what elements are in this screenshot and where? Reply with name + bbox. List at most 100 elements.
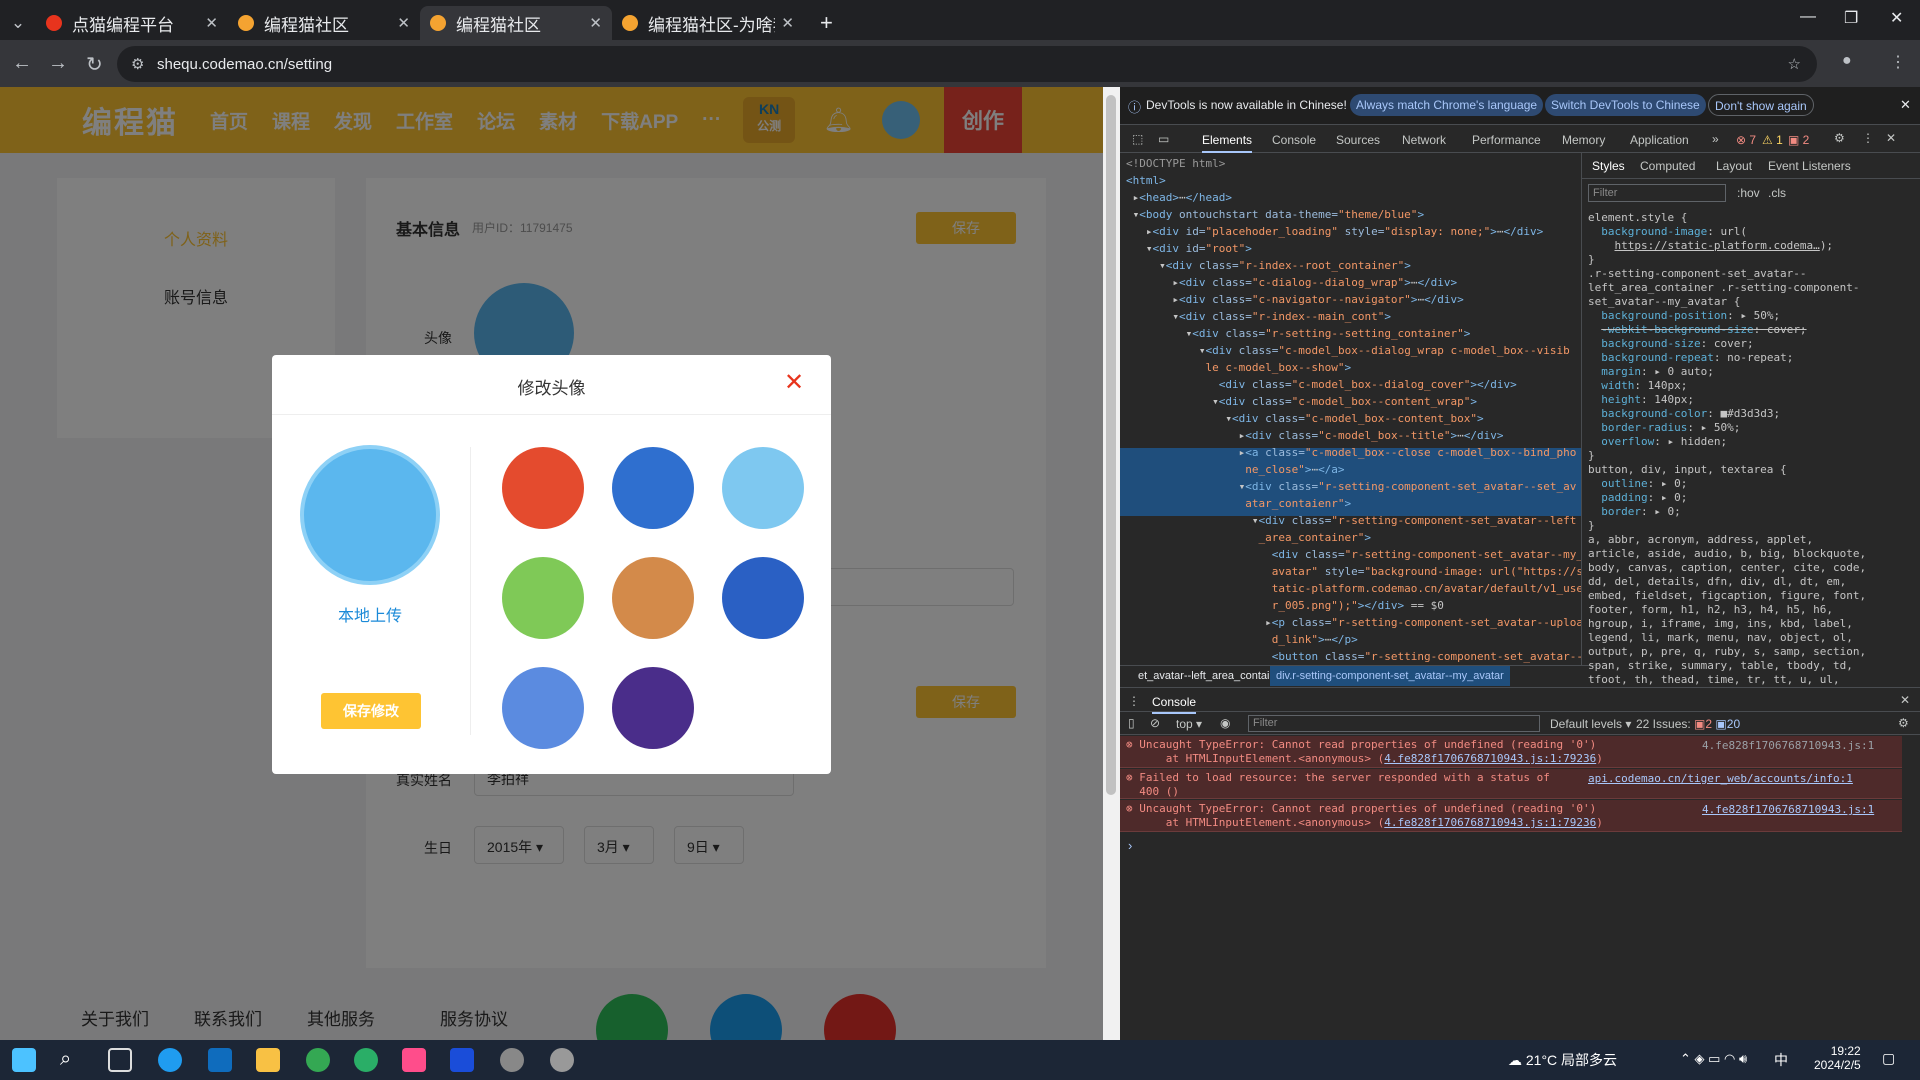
- tab-memory[interactable]: Memory: [1562, 133, 1605, 147]
- tab-elements[interactable]: Elements: [1202, 133, 1253, 153]
- error-count[interactable]: ⊗ 7: [1736, 133, 1756, 147]
- restore-icon[interactable]: ❐: [1844, 8, 1858, 28]
- close-drawer-icon[interactable]: ✕: [1900, 693, 1910, 707]
- tab-search-button[interactable]: ⌄: [0, 6, 36, 40]
- more-tabs-icon[interactable]: »: [1712, 132, 1719, 146]
- tab-styles[interactable]: Styles: [1592, 159, 1625, 173]
- crumb-selected[interactable]: div.r-setting-component-set_avatar--my_a…: [1270, 666, 1510, 686]
- edge-icon[interactable]: [158, 1048, 182, 1072]
- close-devtools-icon[interactable]: ✕: [1886, 131, 1896, 145]
- device-icon[interactable]: ▭: [1158, 132, 1169, 146]
- close-window-icon[interactable]: ✕: [1890, 8, 1903, 28]
- match-language-button[interactable]: Always match Chrome's language: [1350, 94, 1544, 116]
- msg-source[interactable]: 4.fe828f1706768710943.js:1: [1702, 739, 1874, 752]
- back-icon[interactable]: ←: [12, 52, 32, 75]
- notification-icon[interactable]: ▢: [1882, 1050, 1895, 1067]
- chrome-icon[interactable]: [306, 1048, 330, 1072]
- local-upload-link[interactable]: 本地上传: [272, 602, 468, 626]
- forward-icon[interactable]: →: [48, 52, 68, 75]
- app-icon[interactable]: [402, 1048, 426, 1072]
- avatar-option-7[interactable]: [502, 667, 584, 749]
- msg-link[interactable]: 4.fe828f1706768710943.js:1:79236: [1384, 752, 1596, 765]
- eye-icon[interactable]: ◉: [1220, 716, 1230, 730]
- scrollbar-thumb[interactable]: [1106, 95, 1116, 795]
- mail-icon[interactable]: [208, 1048, 232, 1072]
- switch-chinese-button[interactable]: Switch DevTools to Chinese: [1545, 94, 1706, 116]
- msg-source[interactable]: api.codemao.cn/tiger_web/accounts/info:1: [1588, 772, 1853, 785]
- save-changes-button[interactable]: 保存修改: [321, 693, 421, 729]
- page-scrollbar[interactable]: [1103, 87, 1120, 1040]
- new-tab-button[interactable]: +: [810, 6, 846, 40]
- tab-1[interactable]: 点猫编程平台 ✕: [36, 6, 228, 40]
- app-p-icon[interactable]: [450, 1048, 474, 1072]
- elements-tree[interactable]: <!DOCTYPE html> <html> ▸<head>⋯</head> ▾…: [1120, 153, 1582, 665]
- console-filter-input[interactable]: Filter: [1248, 715, 1540, 732]
- avatar-option-2[interactable]: [612, 447, 694, 529]
- filter-placeholder: Filter: [1593, 187, 1618, 199]
- search-icon[interactable]: ⌕: [60, 1048, 84, 1072]
- console-message-text: ⊗ Uncaught TypeError: Cannot read proper…: [1126, 802, 1603, 829]
- hov-toggle[interactable]: :hov: [1737, 186, 1760, 200]
- tab-network[interactable]: Network: [1402, 133, 1446, 147]
- tray-icons[interactable]: ⌃ ◈ ▭ ◠ 🔊︎: [1680, 1051, 1747, 1067]
- app-icon-3[interactable]: [550, 1048, 574, 1072]
- file-explorer-icon[interactable]: [256, 1048, 280, 1072]
- console-prompt[interactable]: ›: [1128, 838, 1132, 853]
- tab-event-listeners[interactable]: Event Listeners: [1768, 159, 1851, 173]
- task-view-icon[interactable]: [108, 1048, 132, 1072]
- console-settings-icon[interactable]: ⚙: [1898, 716, 1909, 730]
- close-icon[interactable]: ✕: [205, 14, 218, 32]
- devtools-panel: ⓘ DevTools is now available in Chinese! …: [1120, 87, 1920, 1040]
- close-icon[interactable]: ✕: [1900, 97, 1911, 113]
- close-icon[interactable]: ✕: [784, 368, 804, 397]
- drawer-menu-icon[interactable]: ⋮: [1128, 694, 1140, 708]
- tab-2[interactable]: 编程猫社区 ✕: [228, 6, 420, 40]
- profile-icon[interactable]: ●: [1842, 52, 1852, 70]
- msg-link[interactable]: 4.fe828f1706768710943.js:1:79236: [1384, 816, 1596, 829]
- inspect-icon[interactable]: ⬚: [1132, 132, 1143, 146]
- bookmark-star-icon[interactable]: ☆: [1788, 55, 1801, 73]
- url-input[interactable]: ⚙ shequ.codemao.cn/setting ☆: [117, 46, 1817, 82]
- tab-computed[interactable]: Computed: [1640, 159, 1695, 173]
- avatar-option-4[interactable]: [502, 557, 584, 639]
- avatar-option-3[interactable]: [722, 447, 804, 529]
- avatar-option-6[interactable]: [722, 557, 804, 639]
- kebab-icon[interactable]: ⋮: [1862, 131, 1874, 145]
- crumb-parent[interactable]: et_avatar--left_area_container: [1138, 670, 1285, 682]
- tab-performance[interactable]: Performance: [1472, 133, 1541, 147]
- wechat-taskbar-icon[interactable]: [354, 1048, 378, 1072]
- avatar-option-5[interactable]: [612, 557, 694, 639]
- app-icon-2[interactable]: [500, 1048, 524, 1072]
- close-icon[interactable]: ✕: [397, 14, 410, 32]
- menu-icon[interactable]: ⋮: [1890, 52, 1906, 72]
- sidebar-toggle-icon[interactable]: ▯: [1128, 716, 1135, 730]
- clock[interactable]: 19:22 2024/2/5: [1814, 1044, 1861, 1072]
- clear-console-icon[interactable]: ⊘: [1150, 716, 1160, 730]
- weather[interactable]: ☁ 21°C 局部多云: [1508, 1050, 1617, 1070]
- close-icon[interactable]: ✕: [781, 14, 794, 32]
- context-select[interactable]: top ▾: [1176, 717, 1202, 731]
- cls-toggle[interactable]: .cls: [1768, 186, 1786, 200]
- dont-show-button[interactable]: Don't show again: [1708, 94, 1814, 116]
- ime-indicator[interactable]: 中: [1774, 1050, 1788, 1070]
- msg-source[interactable]: 4.fe828f1706768710943.js:1: [1702, 803, 1874, 816]
- warning-count[interactable]: ⚠ 1: [1762, 133, 1783, 147]
- issue-count[interactable]: ▣ 2: [1788, 133, 1809, 147]
- tab-4[interactable]: 编程猫社区-为啥我改不 ✕: [612, 6, 804, 40]
- reload-icon[interactable]: ↻: [86, 52, 103, 77]
- close-icon[interactable]: ✕: [589, 14, 602, 32]
- levels-select[interactable]: Default levels ▾: [1550, 717, 1631, 731]
- settings-gear-icon[interactable]: ⚙: [1834, 131, 1845, 145]
- tab-sources[interactable]: Sources: [1336, 133, 1380, 147]
- tab-application[interactable]: Application: [1630, 133, 1689, 147]
- site-info-icon[interactable]: ⚙: [131, 55, 144, 73]
- styles-filter-input[interactable]: Filter: [1588, 184, 1726, 202]
- avatar-option-1[interactable]: [502, 447, 584, 529]
- issues-link[interactable]: 22 Issues: ▣2 ▣20: [1636, 717, 1740, 731]
- tab-console[interactable]: Console: [1272, 133, 1316, 147]
- windows-start-icon[interactable]: [12, 1048, 36, 1072]
- avatar-option-8[interactable]: [612, 667, 694, 749]
- tab-3-active[interactable]: 编程猫社区 ✕: [420, 6, 612, 40]
- minimize-icon[interactable]: —: [1800, 8, 1816, 26]
- tab-layout[interactable]: Layout: [1716, 159, 1752, 173]
